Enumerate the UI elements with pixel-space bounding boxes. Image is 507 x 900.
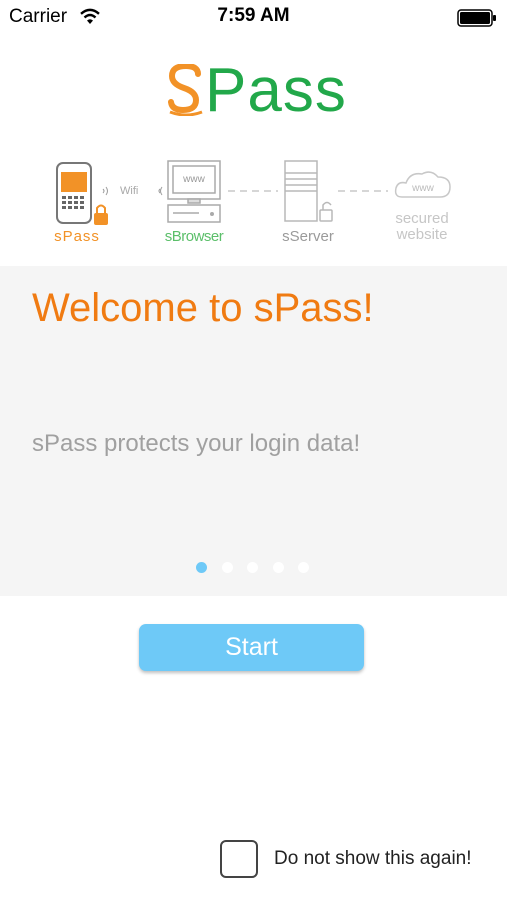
logo-text: Pass [205,56,347,125]
server-lock-icon [284,160,333,222]
spass-s-logo-icon [168,64,203,116]
browser-computer-icon [167,160,221,223]
diagram-label-spass: sPass [54,228,100,245]
wifi-label: Wifi [120,185,139,197]
svg-text:www: www [182,174,205,185]
diagram-label-sbrowser: sBrowser [164,228,224,245]
onboarding-slider[interactable]: Welcome to sPass! sPass protects your lo… [0,266,507,596]
app-logo: Pass [168,56,346,125]
phone-lock-icon [56,162,108,225]
dont-show-label[interactable]: Do not show this again! [274,848,472,870]
battery-icon [457,9,496,27]
security-diagram: www www Wifi sPass sBrowser sServer secu… [0,155,507,255]
page-dot[interactable] [247,562,258,573]
page-dot[interactable] [273,562,284,573]
status-time: 7:59 AM [217,5,290,26]
diagram-label-sserver: sServer [282,228,334,245]
welcome-title: Welcome to sPass! [32,286,374,330]
page-dot[interactable] [298,562,309,573]
dont-show-checkbox[interactable] [220,840,258,878]
svg-text:www: www [411,183,434,194]
status-bar: Carrier 7:59 AM [0,0,507,36]
diagram-label-secured-website: secured website [395,210,449,243]
page-dot[interactable] [222,562,233,573]
page-dot[interactable] [196,562,207,573]
start-button[interactable]: Start [139,624,364,671]
slide-text: sPass protects your login data! [32,430,361,457]
